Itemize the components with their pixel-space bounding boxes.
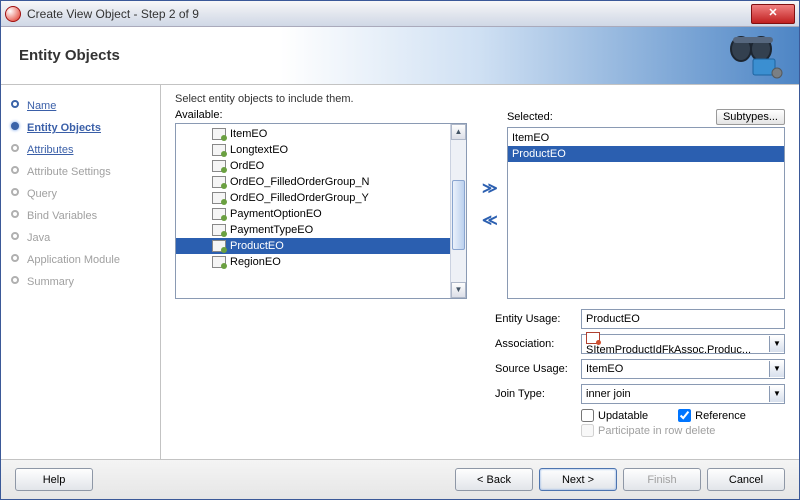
available-item[interactable]: LongtextEO (176, 142, 466, 158)
chevron-down-icon: ▼ (769, 386, 784, 402)
button-bar: Help < Back Next > Finish Cancel (1, 459, 799, 499)
available-listbox[interactable]: ItemEOLongtextEOOrdEOOrdEO_FilledOrderGr… (175, 123, 467, 299)
entity-icon (212, 240, 226, 252)
participate-check: Participate in row delete (581, 424, 715, 437)
scroll-down-button[interactable]: ▼ (451, 282, 466, 298)
usage-form: Entity Usage: Association: SItemProductI… (175, 309, 785, 437)
window-title: Create View Object - Step 2 of 9 (27, 7, 751, 21)
move-right-button[interactable]: ≫ (476, 177, 498, 199)
step-bind-variables: Bind Variables (7, 205, 154, 227)
available-item[interactable]: ProductEO (176, 238, 466, 254)
join-type-label: Join Type: (495, 388, 577, 400)
content-area: NameEntity ObjectsAttributesAttribute Se… (1, 85, 799, 459)
available-item[interactable]: OrdEO_FilledOrderGroup_N (176, 174, 466, 190)
updatable-checkbox[interactable] (581, 409, 594, 422)
available-item[interactable]: OrdEO (176, 158, 466, 174)
step-sidebar: NameEntity ObjectsAttributesAttribute Se… (1, 85, 161, 459)
join-type-select[interactable]: inner join ▼ (581, 384, 785, 404)
entity-icon (212, 144, 226, 156)
entity-icon (212, 176, 226, 188)
close-button[interactable]: ✕ (751, 4, 795, 24)
back-button[interactable]: < Back (455, 468, 533, 491)
scroll-up-button[interactable]: ▲ (451, 124, 466, 140)
available-item[interactable]: PaymentOptionEO (176, 206, 466, 222)
header-strip: Entity Objects (1, 27, 799, 85)
entity-usage-label: Entity Usage: (495, 313, 577, 325)
source-usage-value: ItemEO (586, 363, 623, 375)
chevron-down-icon: ▼ (769, 361, 784, 377)
instruction-text: Select entity objects to include them. (175, 93, 785, 105)
wizard-window: Create View Object - Step 2 of 9 ✕ Entit… (0, 0, 800, 500)
association-value: SItemProductIdFkAssoc.Produc... (586, 344, 751, 356)
selected-item[interactable]: ItemEO (508, 130, 784, 146)
header-decoration (719, 33, 789, 79)
titlebar: Create View Object - Step 2 of 9 ✕ (1, 1, 799, 27)
move-left-button[interactable]: ≪ (476, 209, 498, 231)
step-application-module: Application Module (7, 249, 154, 271)
chevron-down-icon: ▼ (769, 336, 784, 352)
app-icon (5, 6, 21, 22)
finish-button[interactable]: Finish (623, 468, 701, 491)
scroll-thumb[interactable] (452, 180, 465, 250)
selected-listbox[interactable]: ItemEOProductEO (507, 127, 785, 299)
step-query: Query (7, 183, 154, 205)
help-button[interactable]: Help (15, 468, 93, 491)
step-name[interactable]: Name (7, 95, 154, 117)
available-item[interactable]: ItemEO (176, 126, 466, 142)
entity-icon (212, 160, 226, 172)
shuttle-row: Available: ItemEOLongtextEOOrdEOOrdEO_Fi… (175, 109, 785, 299)
source-usage-select[interactable]: ItemEO ▼ (581, 359, 785, 379)
entity-icon (212, 192, 226, 204)
association-label: Association: (495, 338, 577, 350)
main-panel: Select entity objects to include them. A… (161, 85, 799, 459)
association-icon (586, 332, 600, 344)
reference-check[interactable]: Reference (678, 409, 746, 422)
page-title: Entity Objects (19, 47, 120, 64)
available-item[interactable]: RegionEO (176, 254, 466, 270)
entity-usage-input[interactable] (581, 309, 785, 329)
selected-label: Selected: (507, 111, 553, 123)
step-entity-objects[interactable]: Entity Objects (7, 117, 154, 139)
entity-icon (212, 128, 226, 140)
step-attribute-settings: Attribute Settings (7, 161, 154, 183)
join-type-value: inner join (586, 388, 631, 400)
entity-icon (212, 224, 226, 236)
entity-icon (212, 208, 226, 220)
next-button[interactable]: Next > (539, 468, 617, 491)
available-column: Available: ItemEOLongtextEOOrdEOOrdEO_Fi… (175, 109, 467, 299)
cancel-button[interactable]: Cancel (707, 468, 785, 491)
step-attributes[interactable]: Attributes (7, 139, 154, 161)
association-select[interactable]: SItemProductIdFkAssoc.Produc... ▼ (581, 334, 785, 354)
step-summary: Summary (7, 271, 154, 293)
available-scrollbar[interactable]: ▲ ▼ (450, 124, 466, 298)
reference-checkbox[interactable] (678, 409, 691, 422)
selected-column: Selected: Subtypes... ItemEOProductEO (507, 109, 785, 299)
updatable-check[interactable]: Updatable (581, 409, 648, 422)
selected-item[interactable]: ProductEO (508, 146, 784, 162)
available-label: Available: (175, 109, 223, 121)
entity-icon (212, 256, 226, 268)
source-usage-label: Source Usage: (495, 363, 577, 375)
available-item[interactable]: OrdEO_FilledOrderGroup_Y (176, 190, 466, 206)
shuttle-buttons: ≫ ≪ (473, 109, 501, 299)
step-java: Java (7, 227, 154, 249)
available-item[interactable]: PaymentTypeEO (176, 222, 466, 238)
subtypes-button[interactable]: Subtypes... (716, 109, 785, 125)
participate-checkbox (581, 424, 594, 437)
